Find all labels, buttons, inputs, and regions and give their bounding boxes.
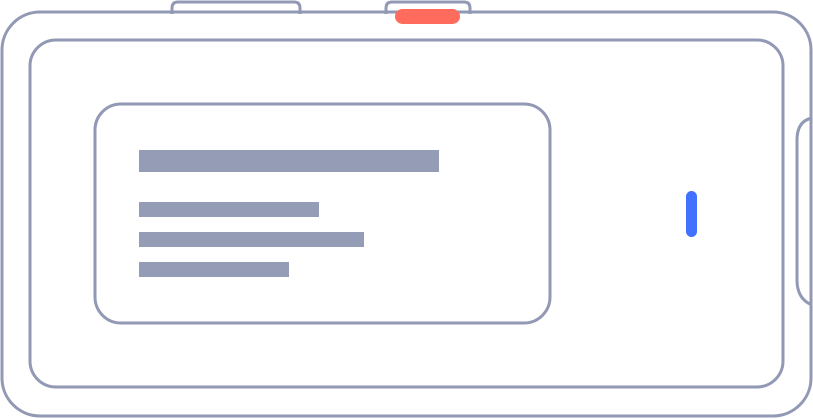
cursor-caret-icon xyxy=(686,191,697,237)
placeholder-text-line xyxy=(139,232,364,247)
phone-wireframe-illustration xyxy=(0,0,813,419)
power-button-icon[interactable] xyxy=(395,9,460,24)
placeholder-lines xyxy=(139,150,439,277)
phone-wireframe-svg xyxy=(0,0,813,418)
placeholder-text-line xyxy=(139,262,289,277)
placeholder-title-line xyxy=(139,150,439,172)
placeholder-text-line xyxy=(139,202,319,217)
